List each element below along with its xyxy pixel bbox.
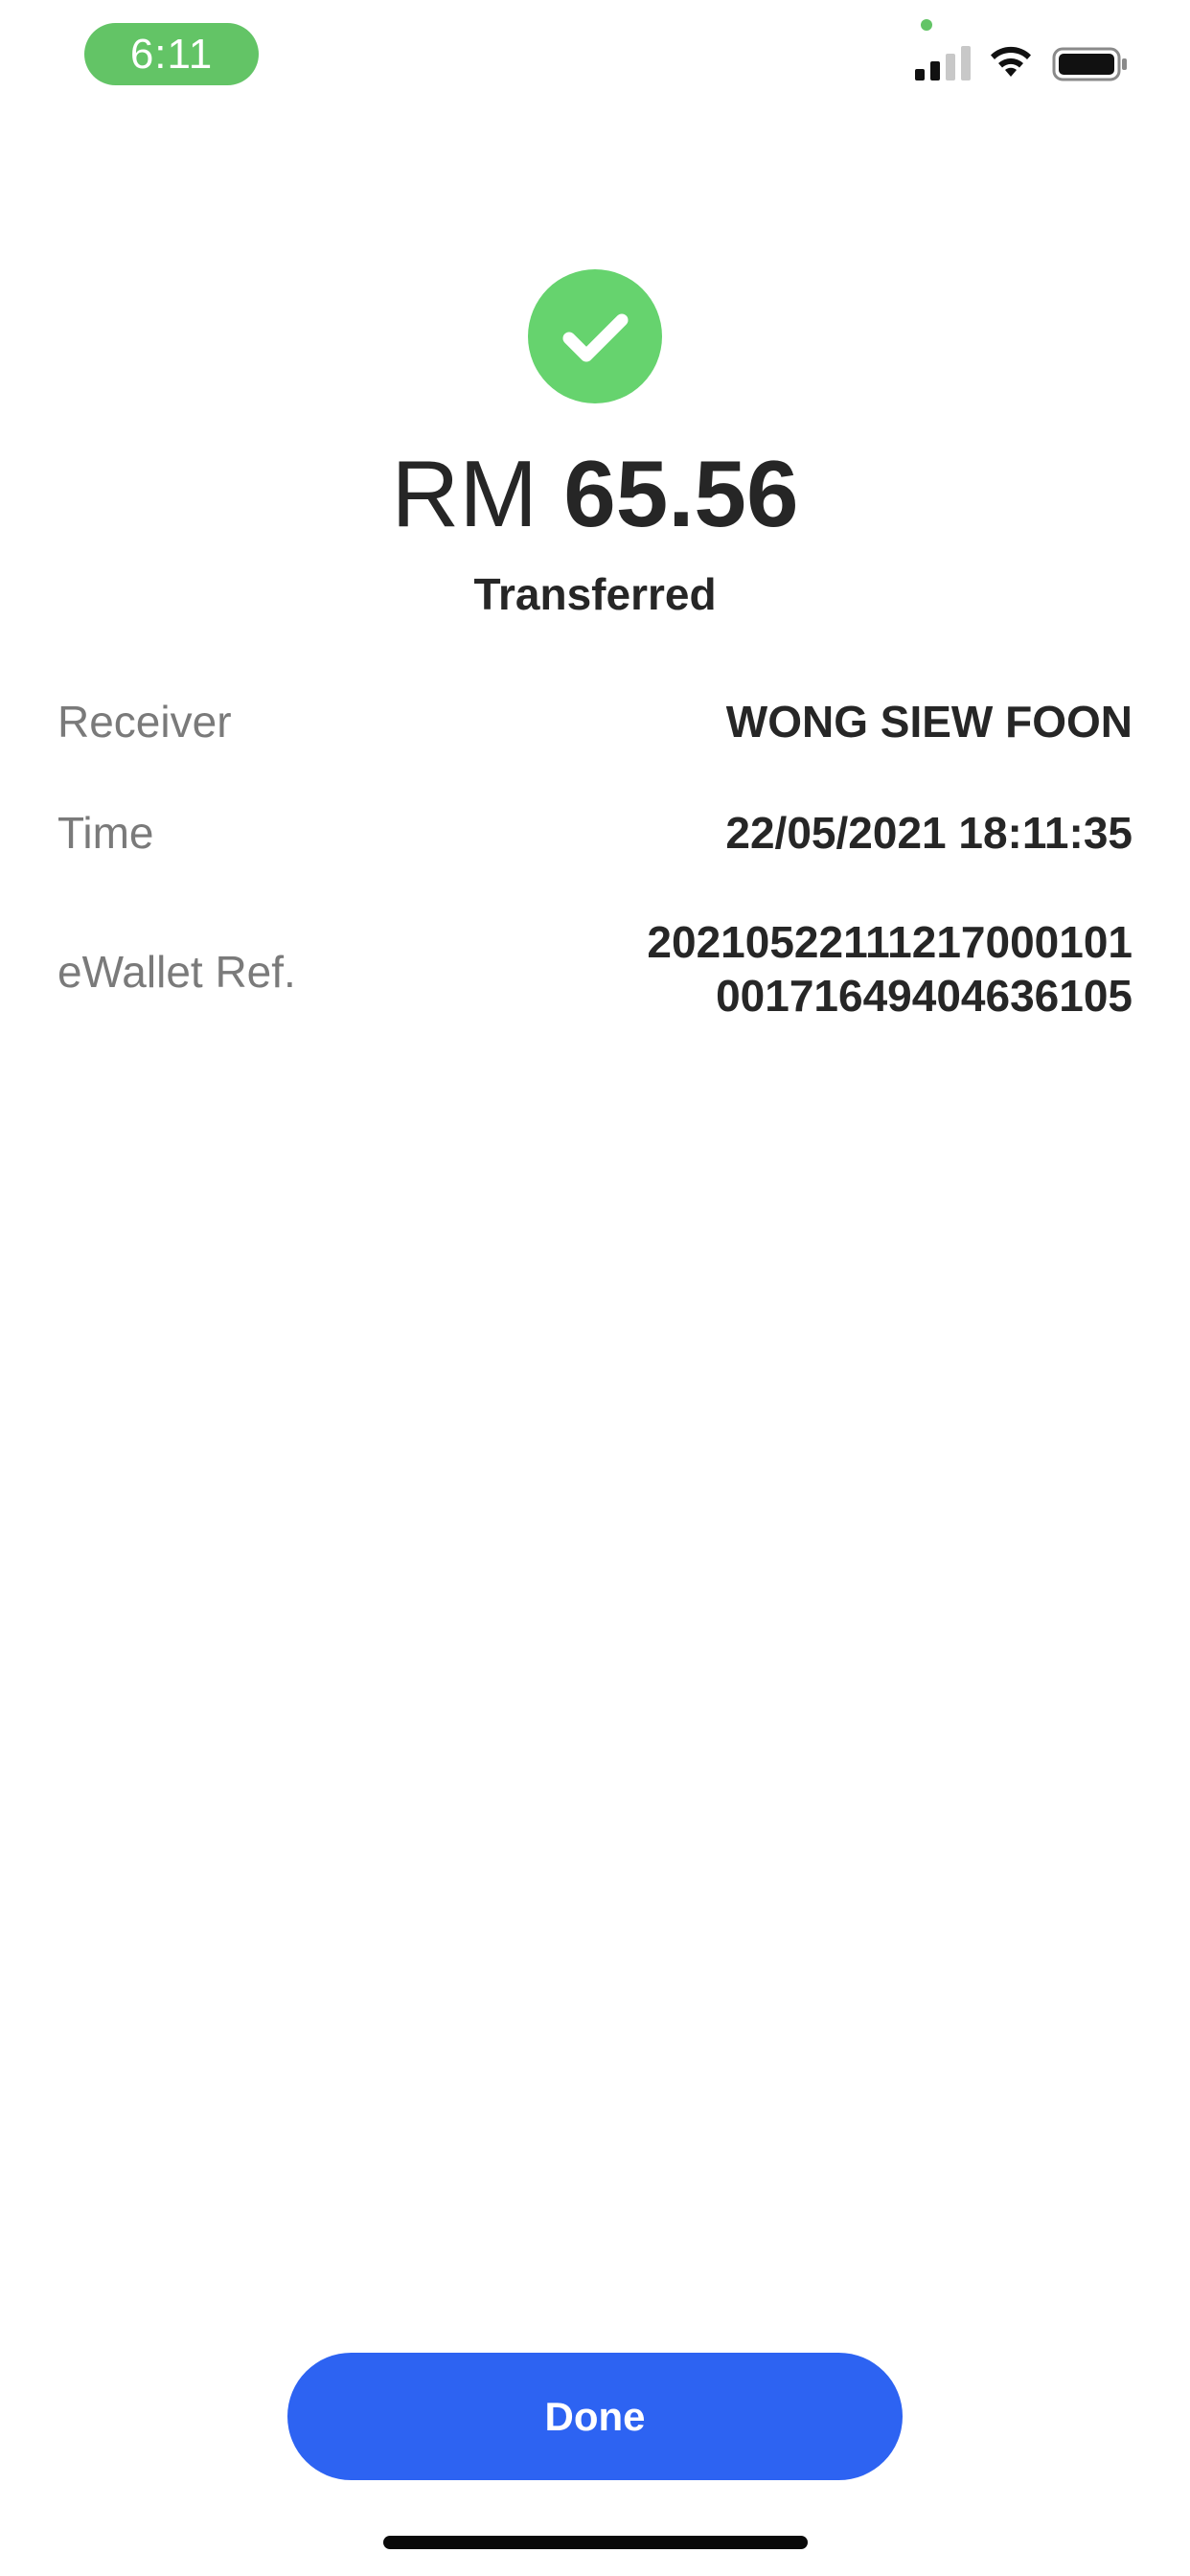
status-time[interactable]: 6:11 (84, 23, 259, 85)
receiver-label: Receiver (57, 697, 232, 747)
detail-row-time: Time 22/05/2021 18:11:35 (57, 799, 1133, 866)
currency-label: RM (391, 441, 538, 546)
ewallet-ref-label: eWallet Ref. (57, 947, 296, 997)
done-button[interactable]: Done (287, 2353, 903, 2480)
wifi-icon (991, 46, 1031, 77)
check-icon (562, 313, 629, 362)
success-check-icon (528, 269, 662, 403)
privacy-indicator-dot (921, 19, 932, 31)
ewallet-ref-line-1: 20210522111217000101 (647, 917, 1133, 967)
receiver-value: WONG SIEW FOON (725, 697, 1133, 747)
signal-icon (915, 46, 971, 80)
transfer-amount: RM 65.56 (0, 436, 1190, 551)
transfer-status: Transferred (473, 569, 717, 619)
battery-icon (1052, 47, 1127, 81)
home-indicator[interactable] (383, 2536, 808, 2549)
detail-row-receiver: Receiver WONG SIEW FOON (57, 688, 1133, 755)
time-label: Time (57, 808, 154, 858)
ewallet-ref-value: 20210522111217000101 00171649404636105 (647, 915, 1133, 1023)
amount-value: 65.56 (563, 441, 799, 546)
status-bar: 6:11 (0, 0, 1190, 115)
ewallet-ref-line-2: 00171649404636105 (716, 971, 1133, 1021)
detail-row-ewallet-ref: eWallet Ref. 20210522111217000101 001716… (57, 915, 1133, 1028)
time-value: 22/05/2021 18:11:35 (725, 808, 1133, 858)
